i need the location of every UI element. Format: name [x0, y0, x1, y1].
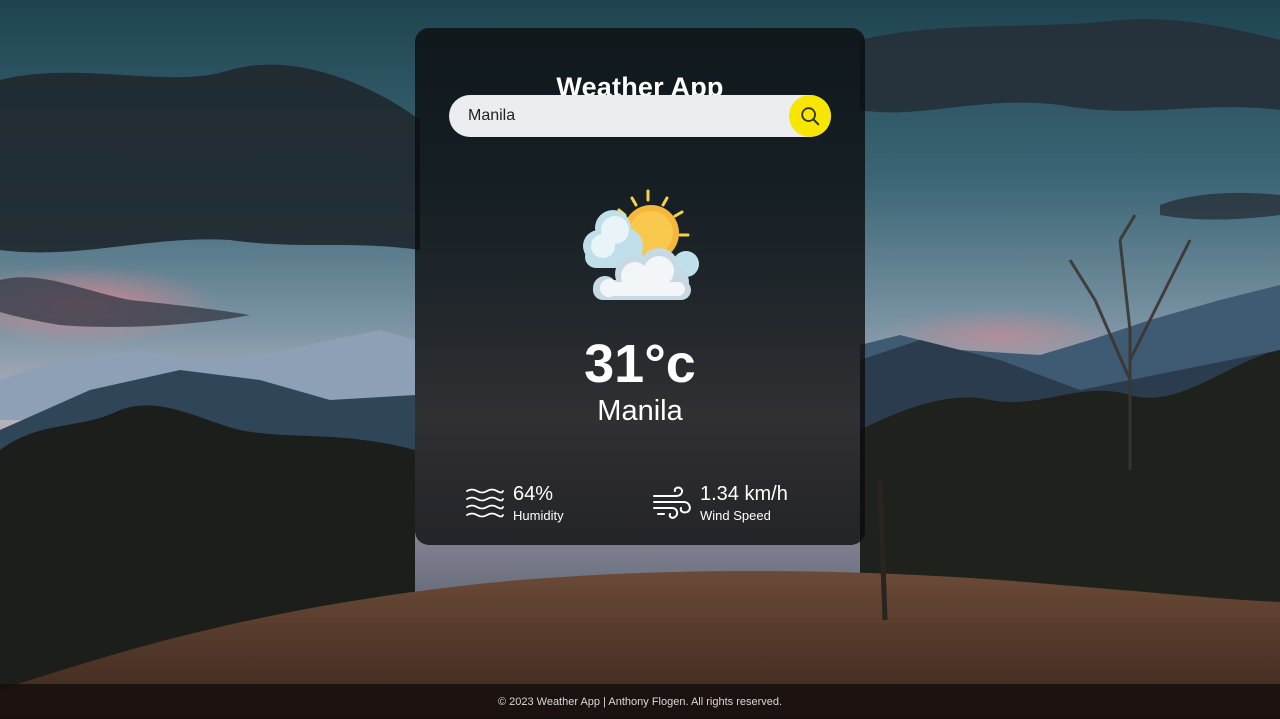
search-input[interactable] [449, 95, 831, 137]
humidity-waves-icon [466, 488, 504, 518]
weather-card: Weather App Manila 31°c Manila 64% Humid… [415, 28, 865, 545]
footer: © 2023 Weather App | Anthony Flogen. All… [0, 684, 1280, 719]
search-bar [449, 95, 831, 137]
partly-cloudy-icon [583, 189, 699, 300]
footer-text: © 2023 Weather App | Anthony Flogen. All… [497, 695, 783, 708]
humidity-detail: 64% Humidity [465, 483, 564, 525]
humidity-label: Humidity [513, 508, 564, 523]
temperature: 31°c [584, 334, 696, 394]
wind-speed-label: Wind Speed [700, 508, 771, 523]
wind-detail: 1.34 km/h Wind Speed [652, 483, 788, 525]
humidity-value: 64% [513, 483, 554, 505]
search-button[interactable] [789, 95, 831, 137]
wind-speed-value: 1.34 km/h [700, 483, 788, 505]
search-icon [801, 107, 820, 126]
city-name: Manila [597, 395, 683, 427]
wind-icon [653, 486, 691, 519]
